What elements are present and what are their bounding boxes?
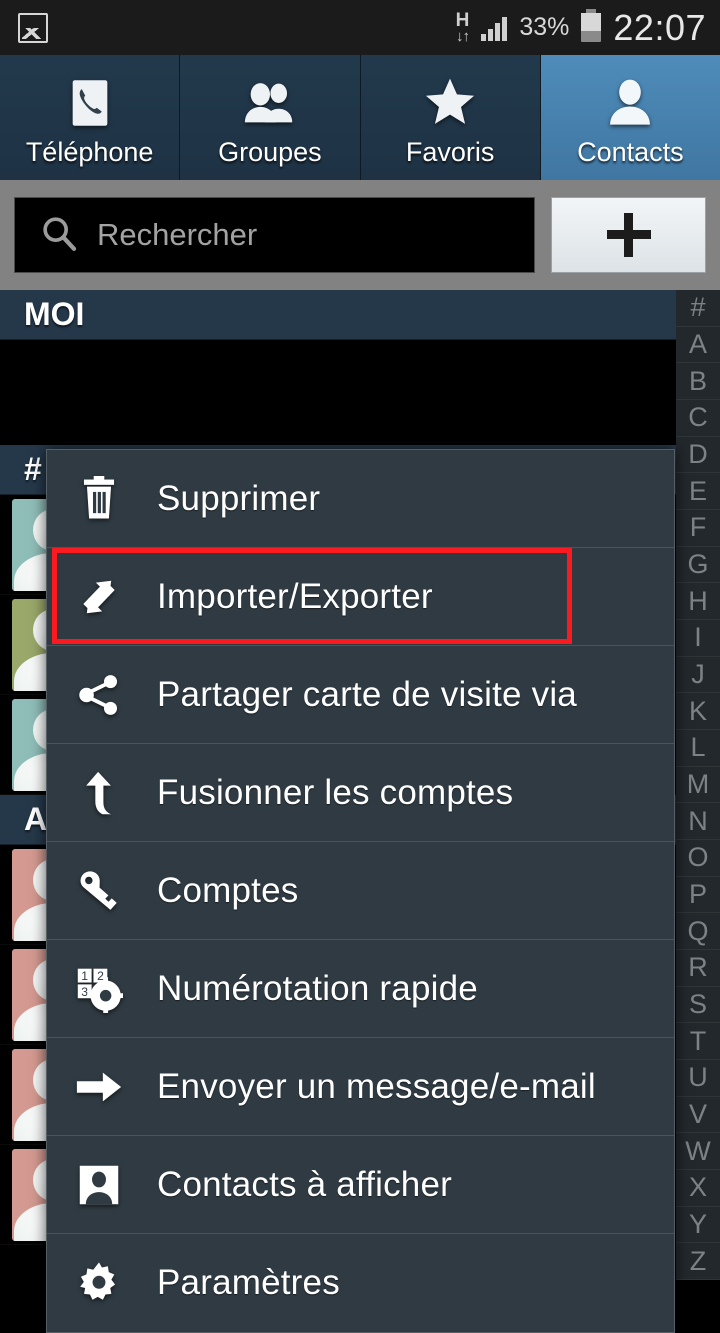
alphabet-index-g[interactable]: G (676, 546, 720, 584)
search-placeholder-label: Rechercher (97, 217, 258, 252)
menu-item-comptes-label: Comptes (157, 870, 299, 910)
alphabet-index-i[interactable]: I (676, 620, 720, 657)
alphabet-index-v[interactable]: V (676, 1096, 720, 1134)
alphabet-index-n[interactable]: N (676, 803, 720, 841)
tab-contacts-label: Contacts (577, 137, 684, 167)
menu-item-partager-carte-label: Partager carte de visite via (157, 674, 577, 714)
alphabet-index-z[interactable]: Z (676, 1243, 720, 1281)
search-icon (39, 213, 79, 258)
alphabet-index-k[interactable]: K (676, 693, 720, 731)
plus-icon (606, 213, 651, 257)
battery-percent-label: 33% (519, 13, 570, 41)
alphabet-index-c[interactable]: C (676, 400, 720, 437)
menu-item-fusionner-comptes[interactable]: Fusionner les comptes (47, 744, 674, 842)
menu-item-parametres-label: Paramètres (157, 1263, 340, 1302)
share-icon (71, 667, 127, 723)
alphabet-index-o[interactable]: O (676, 840, 720, 877)
alphabet-index-m[interactable]: M (676, 766, 720, 804)
svg-text:3: 3 (81, 984, 88, 998)
status-bar: H ↓↑ 33% 22:07 (0, 0, 720, 55)
section-header-moi: MOI (0, 290, 676, 340)
alphabet-index-y[interactable]: Y (676, 1206, 720, 1244)
me-profile-row[interactable] (0, 340, 676, 445)
alphabet-index-x[interactable]: X (676, 1170, 720, 1207)
menu-item-numerotation-rapide-label: Numérotation rapide (157, 968, 478, 1008)
search-input[interactable]: Rechercher (14, 197, 535, 273)
menu-item-parametres[interactable]: Paramètres (47, 1234, 674, 1332)
alphabet-index-e[interactable]: E (676, 473, 720, 511)
tab-favoris-label: Favoris (405, 137, 495, 167)
alphabet-index-b[interactable]: B (676, 363, 720, 401)
svg-text:1: 1 (81, 969, 88, 983)
menu-item-supprimer-label: Supprimer (157, 478, 321, 518)
alphabet-index-r[interactable]: R (676, 950, 720, 987)
contacts-options-menu[interactable]: Supprimer Importer/Exporter Partager car… (46, 449, 675, 1333)
gear-icon (71, 1255, 127, 1311)
tab-contacts[interactable]: Contacts (540, 55, 720, 180)
tab-groupes[interactable]: Groupes (180, 55, 361, 180)
speed-dial-icon: 1 2 3 (71, 961, 127, 1017)
menu-item-contacts-a-afficher[interactable]: Contacts à afficher (47, 1136, 674, 1234)
menu-item-importer-exporter[interactable]: Importer/Exporter (47, 548, 674, 646)
menu-item-envoyer-message-label: Envoyer un message/e-mail (157, 1066, 596, 1106)
alphabet-index-j[interactable]: J (676, 656, 720, 694)
network-type-icon: H ↓↑ (456, 11, 470, 44)
search-row: Rechercher (0, 180, 720, 290)
alphabet-index-h[interactable]: H (676, 583, 720, 621)
tab-favoris[interactable]: Favoris (360, 55, 541, 180)
menu-item-partager-carte[interactable]: Partager carte de visite via (47, 646, 674, 744)
trash-icon (71, 471, 127, 527)
menu-item-comptes[interactable]: Comptes (47, 842, 674, 940)
tab-groupes-label: Groupes (218, 137, 322, 167)
key-icon (71, 863, 127, 919)
menu-item-contacts-a-afficher-label: Contacts à afficher (157, 1164, 452, 1204)
menu-item-supprimer[interactable]: Supprimer (47, 450, 674, 548)
import-export-icon (71, 569, 127, 625)
gallery-icon (18, 12, 48, 43)
alphabet-index-hash[interactable]: # (676, 290, 720, 327)
status-bar-right: H ↓↑ 33% 22:07 (456, 6, 706, 48)
alphabet-index-t[interactable]: T (676, 1023, 720, 1061)
person-icon (604, 73, 656, 129)
arrow-right-icon (71, 1059, 127, 1115)
alphabet-index-f[interactable]: F (676, 510, 720, 547)
contact-card-icon (71, 1157, 127, 1213)
alphabet-index-u[interactable]: U (676, 1060, 720, 1097)
clock-label: 22:07 (613, 6, 706, 48)
alphabet-index-s[interactable]: S (676, 986, 720, 1024)
alphabet-index-l[interactable]: L (676, 730, 720, 767)
alphabet-index-p[interactable]: P (676, 876, 720, 914)
alphabet-index-a[interactable]: A (676, 326, 720, 364)
tab-telephone[interactable]: Téléphone (0, 55, 181, 180)
star-icon (421, 73, 479, 129)
phone-icon (64, 73, 116, 129)
menu-item-envoyer-message[interactable]: Envoyer un message/e-mail (47, 1038, 674, 1136)
menu-item-importer-exporter-label: Importer/Exporter (157, 576, 433, 616)
menu-item-numerotation-rapide[interactable]: 1 2 3 Numérotation rapide (47, 940, 674, 1038)
alphabet-index-d[interactable]: D (676, 436, 720, 474)
alphabet-index-w[interactable]: W (676, 1133, 720, 1171)
menu-item-fusionner-comptes-label: Fusionner les comptes (157, 772, 514, 812)
tab-telephone-label: Téléphone (25, 137, 154, 167)
signal-bars-icon (481, 15, 508, 41)
merge-arrow-icon (71, 765, 127, 821)
alphabet-index-q[interactable]: Q (676, 913, 720, 951)
groups-icon (241, 73, 299, 129)
tab-bar: Téléphone Groupes Favoris Contacts (0, 55, 720, 180)
network-arrows-label: ↓↑ (455, 28, 470, 45)
status-bar-left (18, 12, 48, 43)
add-contact-button[interactable] (551, 197, 706, 273)
battery-icon (581, 9, 602, 42)
alphabet-index[interactable]: # A B C D E F G H I J K L M N O P Q R S T U V W X Y Z (676, 290, 720, 1281)
